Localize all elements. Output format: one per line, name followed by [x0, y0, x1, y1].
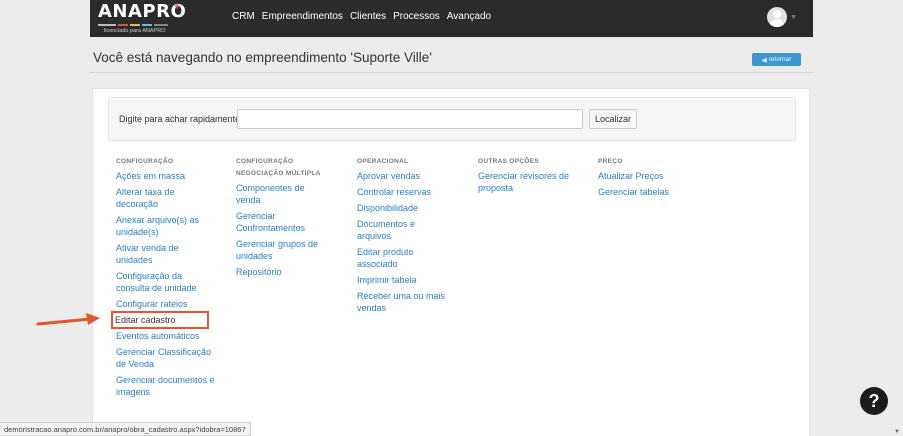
column-title: CONFIGURAÇÃO	[116, 158, 174, 165]
annotation-arrow-icon	[36, 313, 100, 326]
main-nav: CRM Empreendimentos Clientes Processos A…	[232, 11, 491, 22]
link-gerenciar-confrontamentos[interactable]: Gerenciar Confrontamentos	[236, 210, 326, 234]
column-operacional: OPERACIONAL Aprovar vendas Controlar res…	[357, 156, 449, 318]
link-documentos-arquivos[interactable]: Documentos e arquivos	[357, 218, 449, 242]
content-card: Digite para achar rapidamente: Localizar…	[92, 88, 810, 436]
link-editar-cadastro[interactable]: Editar cadastro	[111, 311, 209, 329]
back-button-label: retornar	[768, 56, 792, 63]
column-title: PREÇO	[598, 158, 623, 165]
link-aprovar-vendas[interactable]: Aprovar vendas	[357, 170, 449, 182]
nav-clientes[interactable]: Clientes	[350, 11, 386, 22]
nav-empreendimentos[interactable]: Empreendimentos	[262, 11, 343, 22]
nav-avancado[interactable]: Avançado	[447, 11, 491, 22]
search-label: Digite para achar rapidamente:	[119, 114, 243, 124]
link-receber-vendas[interactable]: Receber uma ou mais vendas	[357, 290, 449, 314]
user-avatar-icon[interactable]	[767, 7, 787, 27]
back-button[interactable]: ◀ retornar	[752, 53, 801, 66]
search-input[interactable]	[237, 109, 583, 129]
link-configurar-rateios[interactable]: Configurar rateios	[116, 298, 216, 310]
link-alterar-taxa-decoracao[interactable]: Alterar taxa de decoração	[116, 186, 216, 210]
link-acoes-em-massa[interactable]: Ações em massa	[116, 170, 216, 182]
top-navbar: ANAPRO + licenciado para ANAPRO CRM Empr…	[90, 0, 813, 37]
link-ativar-venda[interactable]: Ativar venda de unidades	[116, 242, 216, 266]
link-documentos-imagens[interactable]: Gerenciar documentos e imagens	[116, 374, 216, 398]
column-preco: PREÇO Atualizar Preços Gerenciar tabelas	[598, 156, 690, 202]
nav-processos[interactable]: Processos	[393, 11, 440, 22]
link-eventos-automaticos[interactable]: Eventos automáticos	[116, 330, 216, 342]
browser-status-bar: demonstracao.anapro.com.br/anapro/obra_c…	[0, 422, 251, 436]
brand-color-strip	[98, 23, 170, 26]
link-controlar-reservas[interactable]: Controlar reservas	[357, 186, 449, 198]
link-classificacao-venda[interactable]: Gerenciar Classificação de Venda	[116, 346, 216, 370]
column-title: OPERACIONAL	[357, 158, 409, 165]
link-anexar-arquivos[interactable]: Anexar arquivo(s) as unidade(s)	[116, 214, 216, 238]
page-title: Você está navegando no empreendimento 'S…	[93, 50, 432, 65]
arrow-left-icon: ◀	[761, 56, 767, 64]
header-divider	[90, 72, 813, 73]
column-negociacao-multipla: CONFIGURAÇÃO NEGOCIAÇÃO MÚLTIPLA Compone…	[236, 156, 326, 282]
column-title: OUTRAS OPÇÕES	[478, 158, 539, 165]
column-configuracao: CONFIGURAÇÃO Ações em massa Alterar taxa…	[111, 156, 216, 402]
link-grupos-unidades[interactable]: Gerenciar grupos de unidades	[236, 238, 326, 262]
link-atualizar-precos[interactable]: Atualizar Preços	[598, 170, 690, 182]
quick-search-panel: Digite para achar rapidamente: Localizar	[108, 97, 796, 141]
link-repositorio[interactable]: Repositório	[236, 266, 326, 278]
link-imprimir-tabela[interactable]: Imprimir tabela	[357, 274, 449, 286]
nav-crm[interactable]: CRM	[232, 11, 255, 22]
chevron-down-icon[interactable]: ▼	[790, 14, 797, 21]
scroll-down-icon[interactable]: ▼	[894, 429, 900, 435]
brand-tagline: licenciado para ANAPRO	[104, 28, 166, 34]
link-configuracao-consulta[interactable]: Configuração da consulta de unidade	[116, 270, 216, 294]
link-gerenciar-tabelas[interactable]: Gerenciar tabelas	[598, 186, 690, 198]
link-revisores-proposta[interactable]: Gerenciar revisores de proposta	[478, 170, 570, 194]
link-componentes-venda[interactable]: Componentes de venda	[236, 182, 326, 206]
brand-logo[interactable]: ANAPRO + licenciado para ANAPRO	[98, 1, 198, 35]
help-button[interactable]: ?	[860, 387, 888, 415]
column-title: CONFIGURAÇÃO NEGOCIAÇÃO MÚLTIPLA	[236, 158, 321, 177]
column-outras-opcoes: OUTRAS OPÇÕES Gerenciar revisores de pro…	[478, 156, 570, 198]
link-disponibilidade[interactable]: Disponibilidade	[357, 202, 449, 214]
brand-plus: +	[174, 1, 181, 13]
search-button[interactable]: Localizar	[589, 109, 637, 129]
link-editar-produto[interactable]: Editar produto associado	[357, 246, 449, 270]
